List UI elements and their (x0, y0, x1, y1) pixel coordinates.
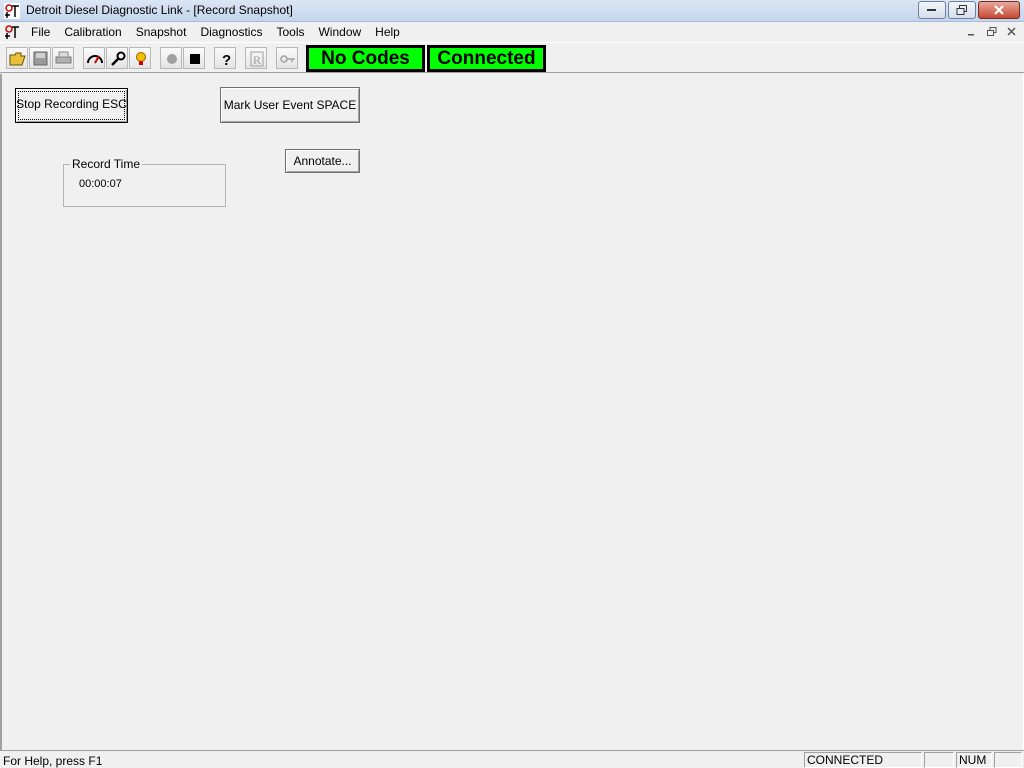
num-lock-status: NUM (956, 752, 992, 768)
ddl-app-icon[interactable] (4, 3, 20, 19)
close-button[interactable] (978, 1, 1020, 19)
svg-text:R: R (253, 53, 261, 67)
record-time-value: 00:00:07 (79, 178, 122, 190)
bulb-icon[interactable] (129, 47, 151, 69)
menu-calibration[interactable]: Calibration (57, 25, 128, 39)
menu-tools[interactable]: Tools (269, 25, 311, 39)
save-icon[interactable] (29, 47, 51, 69)
restore-button[interactable] (948, 1, 976, 19)
help-hint: For Help, press F1 (3, 754, 103, 768)
toolbar: ? R No Codes Connected (0, 42, 1024, 73)
menu-file[interactable]: File (24, 25, 57, 39)
document-icon[interactable] (4, 24, 20, 40)
menu-window[interactable]: Window (311, 25, 368, 39)
connected-indicator[interactable]: Connected (427, 45, 546, 72)
menu-help[interactable]: Help (368, 25, 407, 39)
record-time-group: Record Time 00:00:07 (63, 157, 226, 207)
key-icon[interactable] (276, 47, 298, 69)
menu-snapshot[interactable]: Snapshot (129, 25, 194, 39)
svg-text:?: ? (222, 52, 231, 68)
window-title: Detroit Diesel Diagnostic Link - [Record… (26, 3, 293, 17)
child-minimize-button[interactable] (964, 25, 982, 39)
title-bar: Detroit Diesel Diagnostic Link - [Record… (0, 0, 1024, 22)
minimize-button[interactable] (918, 1, 946, 19)
record-icon[interactable] (160, 47, 182, 69)
child-close-button[interactable] (1004, 25, 1022, 39)
menu-bar: File Calibration Snapshot Diagnostics To… (0, 22, 1024, 42)
stop-recording-button[interactable]: Stop Recording ESC (15, 88, 128, 123)
scroll-status (994, 752, 1022, 768)
menu-diagnostics[interactable]: Diagnostics (193, 25, 269, 39)
reset-icon[interactable]: R (245, 47, 267, 69)
wrench-icon[interactable] (106, 47, 128, 69)
connection-status: CONNECTED (804, 752, 922, 768)
open-icon[interactable] (6, 47, 28, 69)
child-restore-button[interactable] (984, 25, 1002, 39)
record-snapshot-window: Stop Recording ESC Mark User Event SPACE… (0, 74, 1024, 750)
help-icon[interactable]: ? (214, 47, 236, 69)
print-icon[interactable] (52, 47, 74, 69)
record-time-label: Record Time (70, 157, 143, 171)
stop-icon[interactable] (183, 47, 205, 69)
status-bar: For Help, press F1 CONNECTED NUM (0, 750, 1024, 768)
mark-user-event-button[interactable]: Mark User Event SPACE (220, 87, 360, 123)
no-codes-indicator[interactable]: No Codes (306, 45, 425, 72)
gauge-icon[interactable] (83, 47, 105, 69)
annotate-button[interactable]: Annotate... (285, 149, 360, 173)
caps-status (924, 752, 954, 768)
